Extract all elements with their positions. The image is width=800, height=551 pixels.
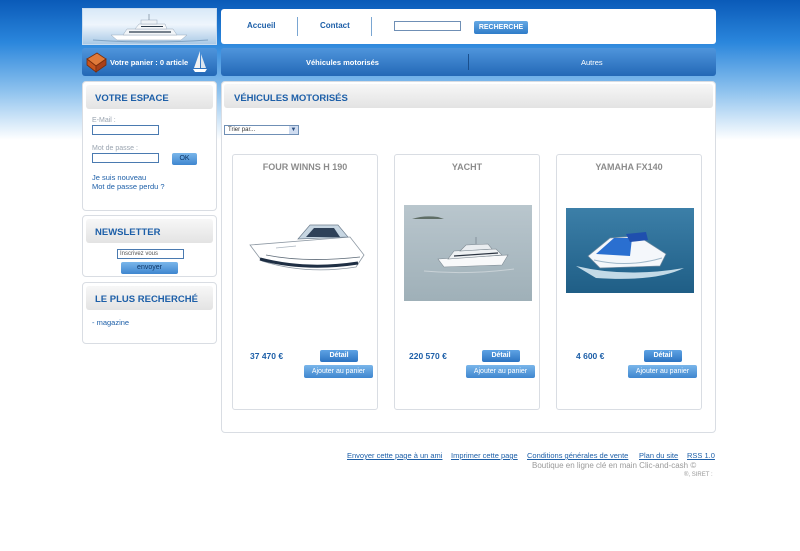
- email-label: E-Mail :: [92, 117, 116, 124]
- newsletter-email-input[interactable]: Inscrivez vous: [117, 249, 184, 259]
- detail-button[interactable]: Détail: [320, 350, 358, 362]
- jetski-icon: [576, 232, 684, 279]
- add-to-cart-button[interactable]: Ajouter au panier: [304, 365, 373, 378]
- password-field[interactable]: [92, 153, 159, 163]
- category-link-autres[interactable]: Autres: [581, 58, 603, 67]
- main-content: VÉHICULES MOTORISÉS Trier par... ▼ FOUR …: [221, 81, 716, 433]
- popular-panel: LE PLUS RECHERCHÉ - magazine: [82, 282, 217, 344]
- cart-box-icon: [86, 52, 107, 73]
- footer-credit: Boutique en ligne clé en main Clic-and-c…: [532, 461, 697, 470]
- sort-select[interactable]: Trier par... ▼: [224, 125, 299, 135]
- product-image-speedboat[interactable]: [246, 215, 366, 279]
- newsletter-panel-title: NEWSLETTER: [95, 227, 161, 238]
- main-content-header: VÉHICULES MOTORISÉS: [224, 84, 713, 108]
- newsletter-panel: NEWSLETTER Inscrivez vous envoyer: [82, 215, 217, 277]
- add-to-cart-button[interactable]: Ajouter au panier: [466, 365, 535, 378]
- sort-select-label: Trier par...: [228, 127, 256, 133]
- product-name: YACHT: [451, 162, 483, 172]
- account-panel-header: VOTRE ESPACE: [86, 85, 213, 109]
- footer-link-send-friend[interactable]: Envoyer cette page à un ami: [347, 451, 442, 460]
- newsletter-submit-button[interactable]: envoyer: [121, 262, 178, 274]
- email-field[interactable]: [92, 125, 159, 135]
- sailboat-icon: [193, 51, 207, 72]
- cart-summary-bar[interactable]: Votre panier : 0 article: [82, 48, 217, 76]
- popular-link-magazine[interactable]: - magazine: [92, 318, 129, 327]
- yacht-logo-icon: [92, 14, 209, 43]
- account-panel: VOTRE ESPACE E-Mail : Mot de passe : OK …: [82, 81, 217, 211]
- yacht-icon: [412, 216, 515, 274]
- detail-button[interactable]: Détail: [644, 350, 682, 362]
- search-input[interactable]: [394, 21, 461, 31]
- register-link[interactable]: Je suis nouveau: [92, 173, 146, 182]
- product-image-jetski[interactable]: [566, 208, 694, 293]
- category-divider: [468, 54, 469, 70]
- forgot-password-link[interactable]: Mot de passe perdu ?: [92, 182, 165, 191]
- account-panel-title: VOTRE ESPACE: [95, 93, 169, 104]
- detail-button[interactable]: Détail: [482, 350, 520, 362]
- top-navigation: Accueil Contact RECHERCHE: [221, 9, 716, 44]
- chevron-down-icon: ▼: [289, 126, 298, 134]
- product-image-yacht[interactable]: [404, 205, 532, 301]
- product-price: 37 470 €: [250, 351, 284, 361]
- password-label: Mot de passe :: [92, 145, 138, 152]
- nav-divider: [297, 17, 298, 36]
- site-logo[interactable]: [82, 8, 217, 45]
- nav-contact-link[interactable]: Contact: [320, 21, 350, 30]
- product-card: YACHT 220 570 € Détail Ajouter au panier: [394, 154, 540, 410]
- search-button[interactable]: RECHERCHE: [474, 21, 528, 34]
- product-card: FOUR WINNS H 190 37 470 € Détail Ajouter…: [232, 154, 378, 410]
- newsletter-panel-header: NEWSLETTER: [86, 219, 213, 243]
- product-card: YAMAHA FX140 4 600 € Détail Ajouter au p…: [556, 154, 702, 410]
- page-title: VÉHICULES MOTORISÉS: [234, 93, 348, 104]
- product-name: FOUR WINNS H 190: [262, 162, 348, 172]
- nav-divider: [371, 17, 372, 36]
- login-ok-button[interactable]: OK: [172, 153, 197, 165]
- footer-link-rss[interactable]: RSS 1.0: [687, 451, 715, 460]
- product-price: 220 570 €: [409, 351, 447, 361]
- cart-count-text: Votre panier : 0 article: [110, 58, 189, 67]
- popular-panel-header: LE PLUS RECHERCHÉ: [86, 286, 213, 310]
- speedboat-icon: [249, 224, 365, 271]
- nav-home-link[interactable]: Accueil: [247, 21, 275, 30]
- popular-panel-title: LE PLUS RECHERCHÉ: [95, 294, 198, 305]
- product-name: YAMAHA FX140: [595, 162, 663, 172]
- footer-siret: ®, SIRET :: [684, 472, 713, 478]
- category-bar: Véhicules motorisés Autres: [221, 48, 716, 76]
- footer-link-sitemap[interactable]: Plan du site: [639, 451, 678, 460]
- add-to-cart-button[interactable]: Ajouter au panier: [628, 365, 697, 378]
- category-link-vehicules[interactable]: Véhicules motorisés: [306, 58, 379, 67]
- footer-link-terms[interactable]: Conditions générales de vente: [527, 451, 628, 460]
- footer-link-print[interactable]: Imprimer cette page: [451, 451, 518, 460]
- product-price: 4 600 €: [576, 351, 605, 361]
